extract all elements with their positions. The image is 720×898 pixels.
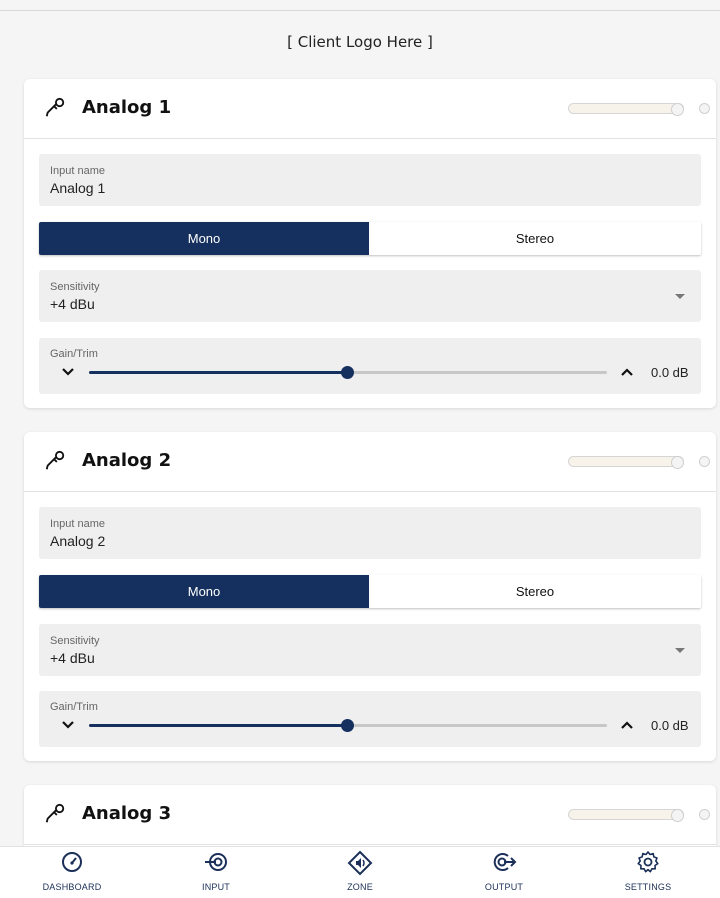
sensitivity-label: Sensitivity	[50, 281, 100, 293]
nav-label: INPUT	[202, 882, 230, 892]
card-header: Analog 3	[24, 785, 716, 845]
sensitivity-select[interactable]: Sensitivity +4 dBu	[39, 624, 701, 676]
dropdown-arrow-icon[interactable]	[675, 294, 685, 299]
gauge-icon	[62, 852, 82, 872]
microphone-icon	[45, 803, 65, 823]
client-logo-placeholder: [ Client Logo Here ]	[287, 33, 433, 51]
nav-item-settings[interactable]: SETTINGS	[576, 847, 720, 898]
sensitivity-value: +4 dBu	[50, 296, 95, 312]
bottom-navigation: DASHBOARD INPUT ZONE OUTPUT SETTINGS	[0, 846, 720, 898]
nav-label: DASHBOARD	[42, 882, 102, 892]
sensitivity-select[interactable]: Sensitivity +4 dBu	[39, 270, 701, 322]
nav-label: SETTINGS	[624, 882, 672, 892]
input-name-label: Input name	[50, 165, 106, 177]
chevron-down-icon[interactable]	[61, 720, 75, 730]
gain-slider-thumb[interactable]	[341, 719, 354, 732]
clip-indicator	[699, 809, 710, 820]
input-card: Analog 2 Input name Analog 2 Mono Stereo…	[24, 432, 716, 761]
gain-value: 0.0 dB	[651, 718, 689, 733]
mono-stereo-toggle: Mono Stereo	[39, 222, 701, 255]
gain-slider-fill	[89, 371, 347, 374]
clip-indicator	[699, 103, 710, 114]
card-title: Analog 1	[82, 97, 172, 118]
gain-slider-thumb[interactable]	[341, 366, 354, 379]
nav-item-input[interactable]: INPUT	[144, 847, 288, 898]
level-meter	[568, 809, 684, 822]
card-title: Analog 3	[82, 803, 172, 824]
gain-trim-label: Gain/Trim	[50, 701, 98, 713]
input-name-field[interactable]: Input name Analog 2	[39, 507, 701, 559]
top-divider	[0, 10, 720, 11]
dropdown-arrow-icon[interactable]	[675, 648, 685, 653]
gain-trim-label: Gain/Trim	[50, 348, 98, 360]
card-header: Analog 1	[24, 79, 716, 139]
nav-item-zone[interactable]: ZONE	[288, 847, 432, 898]
sensitivity-value: +4 dBu	[50, 650, 95, 666]
nav-label: ZONE	[347, 882, 373, 892]
input-name-value[interactable]: Analog 2	[50, 533, 105, 549]
gain-value: 0.0 dB	[651, 365, 689, 380]
chevron-down-icon[interactable]	[61, 367, 75, 377]
stereo-button[interactable]: Stereo	[369, 575, 701, 608]
input-name-field[interactable]: Input name Analog 1	[39, 154, 701, 206]
input-name-label: Input name	[50, 518, 106, 530]
gain-trim-control: Gain/Trim 0.0 dB	[39, 691, 701, 747]
nav-item-dashboard[interactable]: DASHBOARD	[0, 847, 144, 898]
level-meter	[568, 456, 684, 469]
chevron-up-icon[interactable]	[620, 367, 634, 377]
gain-slider-fill	[89, 724, 347, 727]
sensitivity-label: Sensitivity	[50, 635, 100, 647]
microphone-icon	[45, 450, 65, 470]
gain-trim-control: Gain/Trim 0.0 dB	[39, 338, 701, 394]
speaker-zone-icon	[347, 850, 373, 876]
input-icon	[205, 853, 227, 871]
chevron-up-icon[interactable]	[620, 720, 634, 730]
microphone-icon	[45, 97, 65, 117]
stereo-button[interactable]: Stereo	[369, 222, 701, 255]
mono-stereo-toggle: Mono Stereo	[39, 575, 701, 608]
card-title: Analog 2	[82, 450, 172, 471]
card-header: Analog 2	[24, 432, 716, 492]
input-name-value[interactable]: Analog 1	[50, 180, 105, 196]
clip-indicator	[699, 456, 710, 467]
mono-button[interactable]: Mono	[39, 575, 369, 608]
mono-button[interactable]: Mono	[39, 222, 369, 255]
nav-item-output[interactable]: OUTPUT	[432, 847, 576, 898]
nav-label: OUTPUT	[484, 882, 524, 892]
gear-icon	[637, 851, 659, 873]
level-meter	[568, 103, 684, 116]
input-card: Analog 1 Input name Analog 1 Mono Stereo…	[24, 79, 716, 408]
output-icon	[493, 853, 517, 871]
